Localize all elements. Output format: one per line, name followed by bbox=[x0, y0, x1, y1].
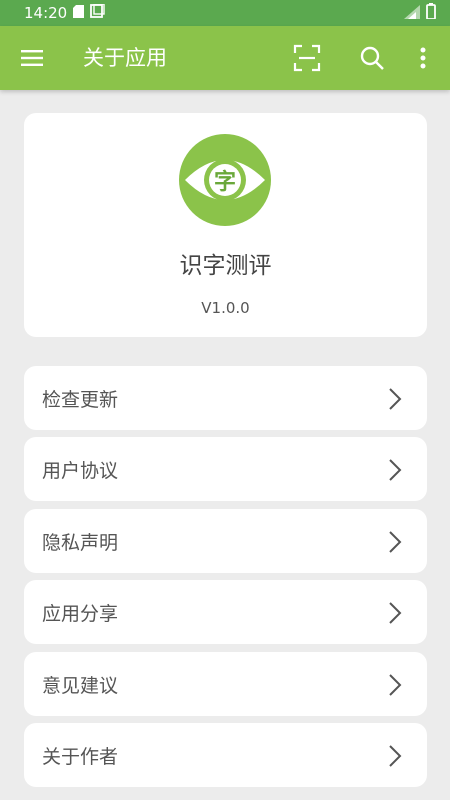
about-card: 字 识字测评 V1.0.0 bbox=[24, 113, 427, 337]
scan-icon bbox=[293, 44, 321, 72]
menu-item-label: 应用分享 bbox=[42, 602, 119, 625]
more-options-button[interactable] bbox=[416, 45, 430, 71]
menu-item-label: 意见建议 bbox=[42, 674, 119, 697]
page-title: 关于应用 bbox=[83, 46, 167, 70]
menu-item-about-author[interactable]: 关于作者 bbox=[24, 723, 427, 787]
chevron-right-icon bbox=[389, 745, 402, 767]
scan-button[interactable] bbox=[293, 44, 321, 72]
menu-item-share-app[interactable]: 应用分享 bbox=[24, 580, 427, 644]
sd-card-icon bbox=[73, 4, 85, 22]
chevron-right-icon bbox=[389, 531, 402, 553]
app-version: V1.0.0 bbox=[201, 299, 250, 317]
search-button[interactable] bbox=[359, 45, 385, 71]
hamburger-icon bbox=[21, 50, 43, 66]
status-bar: 14:20 bbox=[0, 0, 450, 26]
status-time: 14:20 bbox=[24, 4, 68, 22]
menu-item-user-agreement[interactable]: 用户协议 bbox=[24, 437, 427, 501]
menu-item-feedback[interactable]: 意见建议 bbox=[24, 652, 427, 716]
menu-item-label: 检查更新 bbox=[42, 388, 119, 411]
chevron-right-icon bbox=[389, 602, 402, 624]
menu-item-privacy-statement[interactable]: 隐私声明 bbox=[24, 509, 427, 573]
app-logo: 字 bbox=[179, 134, 271, 226]
app-name: 识字测评 bbox=[179, 253, 272, 279]
more-vertical-icon bbox=[420, 47, 426, 69]
menu-item-check-update[interactable]: 检查更新 bbox=[24, 366, 427, 430]
chevron-right-icon bbox=[389, 459, 402, 481]
search-icon bbox=[360, 46, 384, 70]
menu-button[interactable] bbox=[21, 47, 43, 69]
app-bar: 关于应用 bbox=[0, 26, 450, 90]
menu-item-label: 关于作者 bbox=[42, 745, 119, 768]
menu-item-label: 隐私声明 bbox=[42, 531, 119, 554]
logo-character: 字 bbox=[214, 169, 236, 195]
battery-icon bbox=[426, 3, 436, 23]
chevron-right-icon bbox=[389, 388, 402, 410]
signal-icon bbox=[404, 4, 420, 23]
chevron-right-icon bbox=[389, 674, 402, 696]
menu-item-label: 用户协议 bbox=[42, 459, 119, 482]
screenshot-icon bbox=[90, 3, 105, 22]
